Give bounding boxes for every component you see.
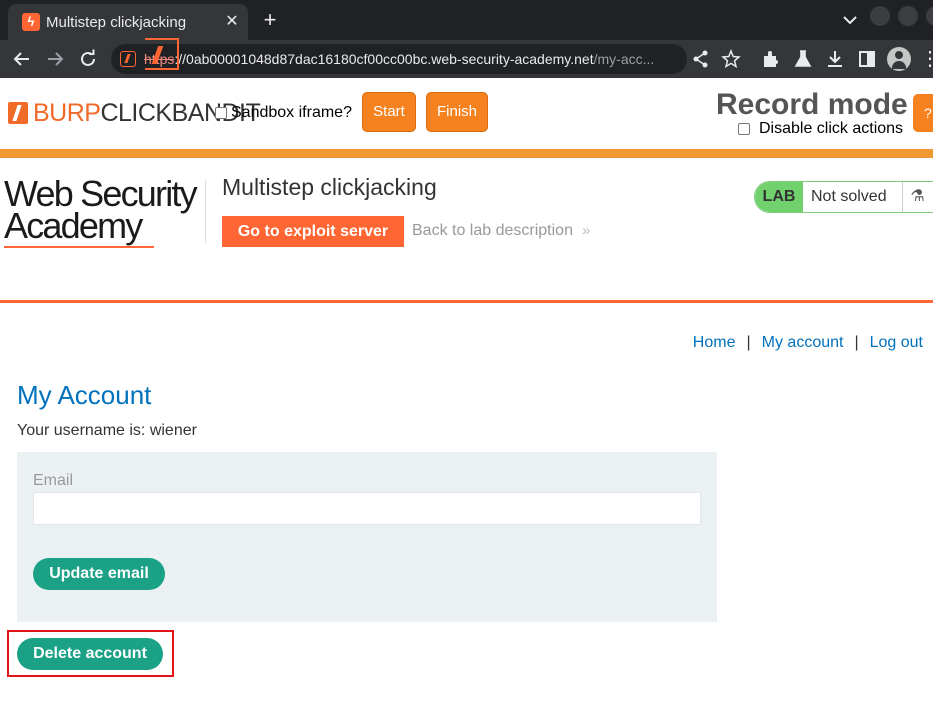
sidebar-icon[interactable] — [856, 48, 878, 70]
clickbandit-target-highlight — [7, 630, 174, 677]
browser-tab-bar: ϟ Multistep clickjacking ✕ + — [0, 0, 933, 40]
tab-search-chevron-icon[interactable] — [838, 8, 862, 32]
browser-tab[interactable]: ϟ Multistep clickjacking ✕ — [8, 4, 248, 40]
top-navigation: Home | My account | Log out — [693, 334, 923, 352]
go-to-exploit-server-button[interactable]: Go to exploit server — [222, 216, 404, 247]
nav-my-account-link[interactable]: My account — [762, 334, 844, 351]
address-bar[interactable]: https://0ab00001048d87dac16180cf00cc00bc… — [111, 44, 687, 74]
double-chevron-right-icon: » — [582, 222, 591, 239]
tab-title: Multistep clickjacking — [46, 14, 187, 31]
page-title: My Account — [17, 380, 152, 410]
window-minimize-button[interactable] — [870, 6, 890, 26]
web-security-academy-logo[interactable]: Web Security Academy — [4, 176, 198, 246]
new-tab-button[interactable]: + — [258, 8, 282, 32]
burp-logo-icon — [8, 102, 28, 124]
site-favicon-icon — [120, 51, 136, 67]
email-field[interactable] — [33, 492, 701, 525]
sandbox-checkbox[interactable] — [215, 107, 227, 119]
labs-flask-icon[interactable] — [792, 48, 814, 70]
back-to-lab-description-link[interactable]: Back to lab description — [412, 222, 573, 240]
window-close-button[interactable] — [926, 6, 933, 26]
nav-home-link[interactable]: Home — [693, 334, 736, 351]
nav-separator: | — [854, 334, 859, 351]
clickbandit-divider — [0, 149, 933, 158]
disable-click-actions-checkbox[interactable] — [738, 123, 750, 135]
profile-icon[interactable] — [887, 47, 911, 71]
sandbox-iframe-option[interactable]: Sandbox iframe? — [215, 104, 352, 122]
download-icon[interactable] — [824, 48, 846, 70]
window-maximize-button[interactable] — [898, 6, 918, 26]
forward-arrow-icon[interactable] — [43, 47, 67, 71]
reload-icon[interactable] — [76, 47, 100, 71]
lab-label: LAB — [755, 182, 803, 212]
extensions-icon[interactable] — [760, 48, 782, 70]
record-mode-title: Record mode — [716, 88, 908, 121]
flask-icon: ⚗ — [902, 182, 932, 212]
back-arrow-icon[interactable] — [10, 47, 34, 71]
lab-title: Multistep clickjacking — [222, 174, 437, 200]
lab-status-text: Not solved — [811, 188, 887, 205]
tab-favicon-icon: ϟ — [22, 13, 40, 31]
finish-button[interactable]: Finish — [426, 92, 488, 132]
start-button[interactable]: Start — [362, 92, 416, 132]
lab-status-badge: LAB Not solved ⚗ — [754, 181, 933, 213]
email-label: Email — [33, 472, 74, 489]
nav-logout-link[interactable]: Log out — [870, 334, 923, 351]
nav-separator: | — [746, 334, 751, 351]
browser-toolbar: https://0ab00001048d87dac16180cf00cc00bc… — [0, 40, 933, 78]
header-orange-rule — [0, 300, 933, 303]
username-text: Your username is: wiener — [17, 422, 197, 439]
update-email-form: Email Update email — [17, 452, 717, 622]
logo-burp-text: BURP — [33, 98, 101, 127]
academy-bolt-icon — [145, 38, 179, 70]
browser-menu-icon[interactable]: ⋮ — [920, 48, 933, 70]
disable-click-actions-label: Disable click actions — [759, 120, 904, 137]
help-button[interactable]: ? — [913, 94, 933, 132]
share-icon[interactable] — [690, 48, 712, 70]
sandbox-label: Sandbox iframe? — [231, 104, 352, 121]
tab-close-icon[interactable]: ✕ — [222, 12, 242, 32]
update-email-button[interactable]: Update email — [33, 558, 165, 590]
logo-line-2: Academy — [4, 205, 143, 246]
logo-underline — [4, 246, 154, 248]
url-text[interactable]: https://0ab00001048d87dac16180cf00cc00bc… — [144, 51, 654, 67]
header-separator — [205, 180, 206, 243]
disable-click-actions-option[interactable]: Disable click actions — [738, 120, 903, 138]
star-icon[interactable] — [720, 48, 742, 70]
